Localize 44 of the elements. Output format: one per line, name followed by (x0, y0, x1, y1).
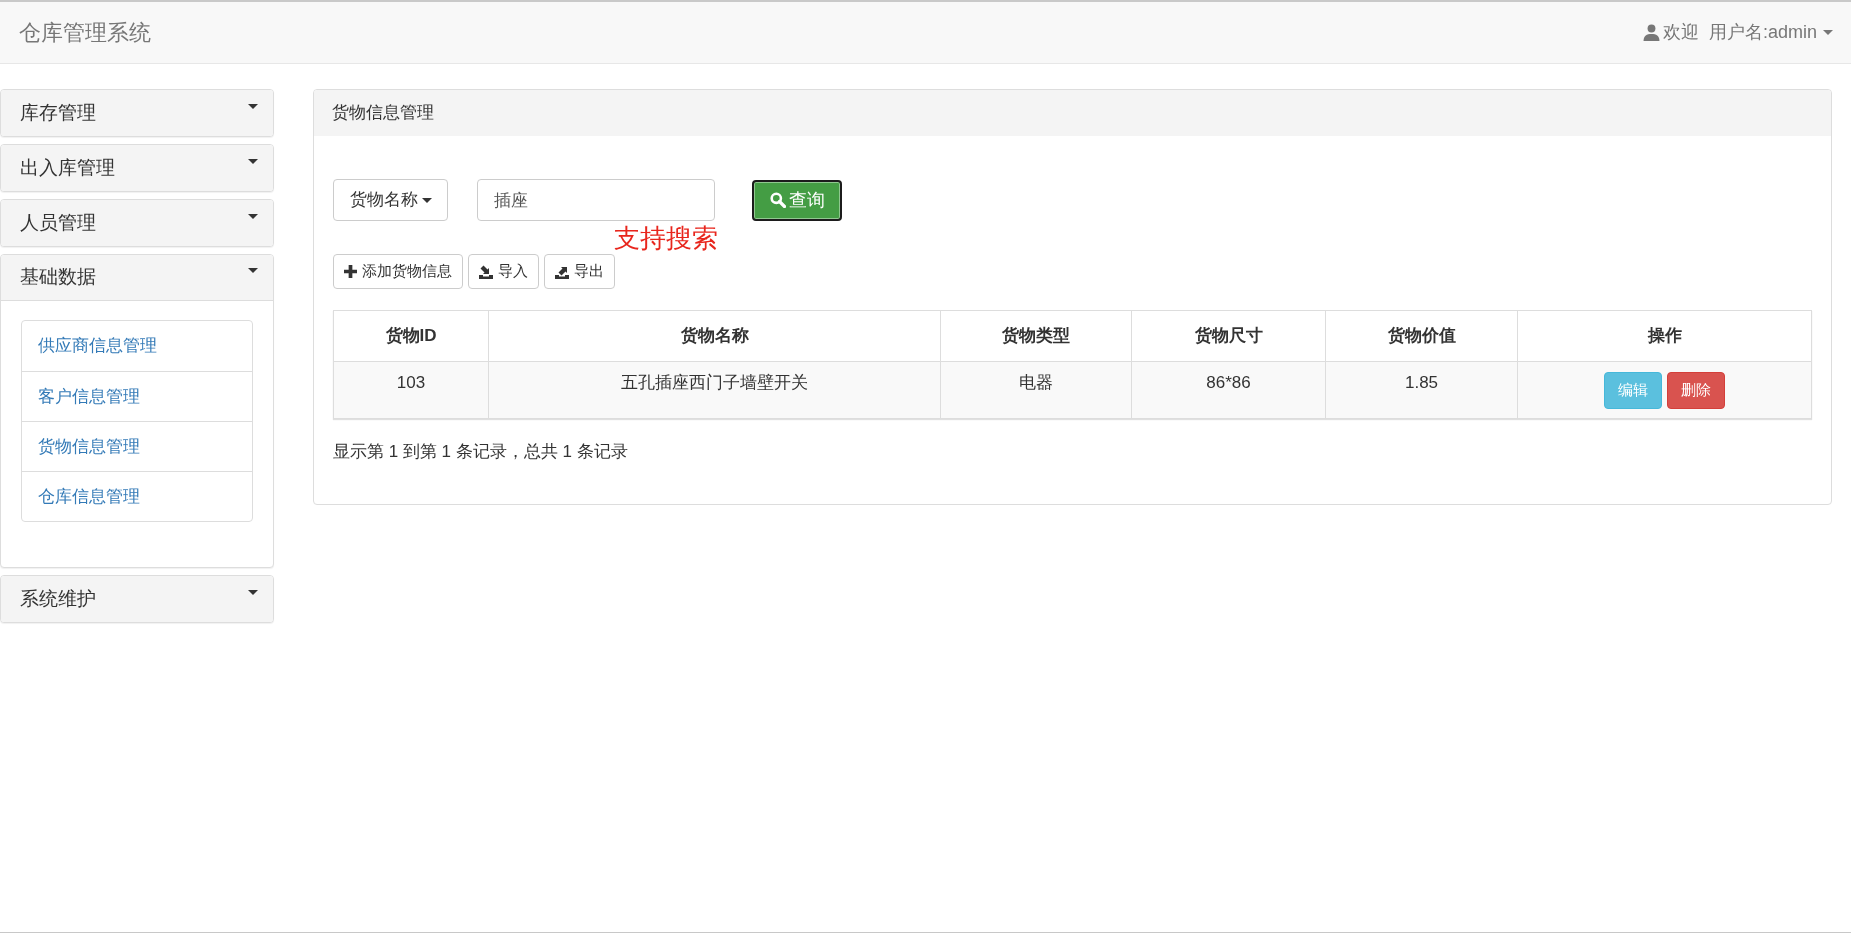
sidebar-panel-heading[interactable]: 人员管理 (1, 200, 273, 246)
search-note: 支持搜索 (614, 222, 718, 253)
submenu-item[interactable]: 货物信息管理 (22, 421, 252, 471)
submenu-item[interactable]: 供应商信息管理 (22, 321, 252, 371)
caret-icon (1823, 30, 1833, 35)
table-cell: 86*86 (1131, 361, 1326, 419)
user-menu[interactable]: 用户名:admin (1708, 19, 1833, 46)
column-header: 货物ID (333, 310, 489, 362)
tray-arrow-icon (479, 264, 493, 279)
table-cell: 五孔插座西门子墙壁开关 (488, 361, 941, 419)
export-button[interactable]: 导出 (544, 254, 615, 289)
search-icon (769, 192, 786, 208)
sidebar-panel-heading[interactable]: 系统维护 (1, 576, 273, 622)
submenu-item[interactable]: 仓库信息管理 (22, 471, 252, 521)
panel-title: 货物信息管理 (314, 90, 1831, 136)
search-field[interactable]: 插座 (477, 179, 715, 221)
welcome-text: 欢迎 (1662, 21, 1699, 44)
sidebar-panel-heading[interactable]: 出入库管理 (1, 145, 273, 191)
caret-icon (248, 213, 258, 219)
sidebar-panel-heading[interactable]: 库存管理 (1, 90, 273, 136)
import-button[interactable]: 导入 (468, 254, 539, 289)
delete-button[interactable]: 删除 (1667, 371, 1725, 409)
table-cell: 103 (333, 361, 489, 419)
column-header: 货物价值 (1325, 310, 1518, 362)
add-button[interactable]: 添加货物信息 (333, 254, 463, 289)
caret-icon (248, 589, 258, 595)
submenu-item[interactable]: 客户信息管理 (22, 371, 252, 421)
plus-icon (344, 265, 357, 278)
column-header: 货物尺寸 (1131, 310, 1326, 362)
user-icon (1642, 24, 1660, 41)
caret-icon (248, 158, 258, 164)
caret-icon (248, 268, 258, 273)
field-dropdown[interactable]: 货物名称 (333, 179, 448, 221)
table-cell: 1.85 (1325, 361, 1518, 419)
caret-icon (248, 103, 258, 109)
sidebar-panel-heading[interactable]: 基础数据 (1, 255, 273, 301)
caret-icon (421, 197, 432, 203)
column-header: 货物类型 (940, 310, 1132, 362)
column-header: 货物名称 (488, 310, 941, 362)
table-cell: 电器 (940, 361, 1132, 419)
column-header: 操作 (1517, 310, 1812, 362)
record-summary-text: 显示第 1 到第 1 条记录，总共 1 条记录 (333, 441, 628, 463)
brand-title[interactable]: 仓库管理系统 (19, 16, 151, 49)
tray-arrow-icon (555, 264, 569, 279)
